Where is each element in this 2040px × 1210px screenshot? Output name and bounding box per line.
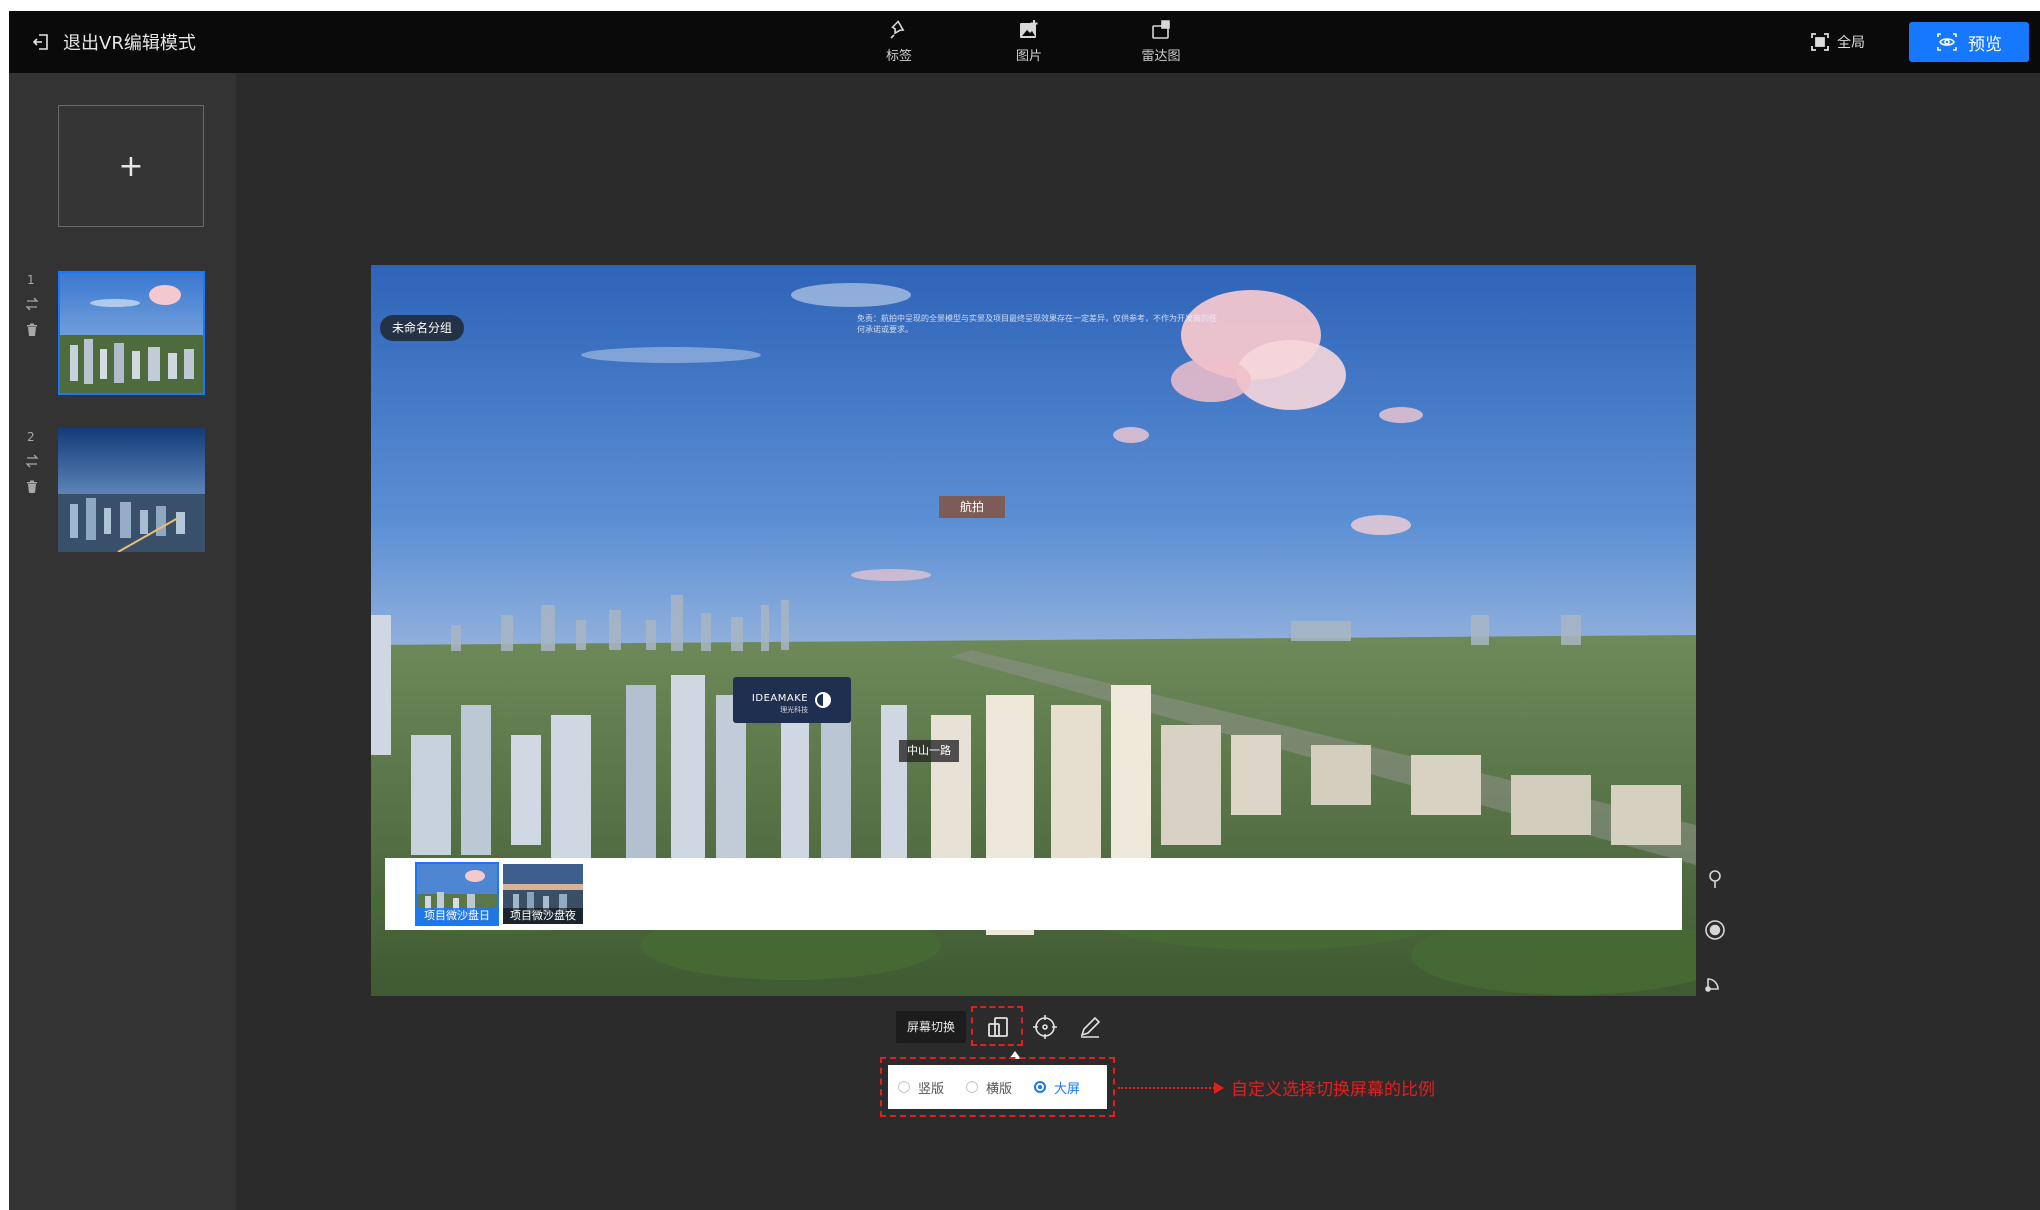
delete-icon[interactable]	[25, 480, 39, 494]
logo-card: IDEAMAKE 理光科技	[733, 677, 851, 723]
exit-label: 退出VR编辑模式	[63, 33, 196, 54]
scene-strip: 项目微沙盘日 项目微沙盘夜	[385, 858, 1682, 930]
preview-button[interactable]: 预览	[1909, 22, 2029, 62]
target-dot-icon[interactable]	[1703, 918, 1727, 942]
scene-sidebar: + 1 2	[9, 73, 236, 1210]
reorder-icon[interactable]	[25, 454, 39, 468]
plus-icon: +	[118, 148, 144, 184]
disclaimer-text: 免责：航拍中呈现的全景模型与实景及项目最终呈现效果存在一定差异，仅供参考，不作为…	[857, 314, 1217, 334]
delete-icon[interactable]	[25, 323, 39, 337]
preview-label: 预览	[1968, 34, 2002, 55]
tool-image[interactable]: 图片	[989, 19, 1069, 64]
radar-map-icon	[1152, 20, 1170, 39]
logo-mark-icon	[815, 692, 832, 708]
preview-eye-icon	[1937, 33, 1957, 51]
radio-portrait[interactable]	[898, 1081, 910, 1093]
exit-vr-edit-button[interactable]: 退出VR编辑模式	[31, 29, 196, 55]
logo-subtext: 理光科技	[780, 705, 809, 714]
exit-icon	[32, 34, 48, 50]
image-add-icon	[1020, 20, 1038, 38]
tool-tag[interactable]: 标签	[859, 19, 939, 64]
ratio-options-panel: 竖版 横版 大屏	[880, 1057, 1115, 1117]
screen-ratio-icon[interactable]	[985, 1014, 1011, 1040]
tool-tag-label: 标签	[885, 49, 912, 64]
scene-number: 1	[27, 273, 35, 287]
hotspot-road[interactable]: 中山一路	[899, 740, 959, 762]
scene-number: 2	[27, 430, 35, 444]
radio-landscape[interactable]	[966, 1081, 979, 1093]
annotation-line	[1118, 1087, 1218, 1089]
top-bar: 退出VR编辑模式 标签 图片 雷达图 全局 预览	[9, 11, 2040, 73]
pin-icon	[890, 20, 905, 39]
group-tag[interactable]: 未命名分组	[380, 315, 465, 341]
vr-editor-app: 退出VR编辑模式 标签 图片 雷达图 全局 预览 + 1 2 未命名分组 免责：…	[9, 11, 2040, 1210]
option-portrait-label[interactable]: 竖版	[918, 1078, 944, 1097]
add-scene-button[interactable]: +	[58, 105, 204, 227]
tool-radar-label: 雷达图	[1141, 49, 1181, 64]
tool-image-label: 图片	[1015, 49, 1042, 64]
fullscreen-toggle[interactable]: 全局	[1809, 31, 1865, 53]
ratio-options: 竖版 横版 大屏	[888, 1065, 1107, 1109]
scene-thumbnail-dusk[interactable]	[58, 428, 205, 552]
fullscreen-icon	[1811, 33, 1829, 51]
logo-text: IDEAMAKE	[751, 692, 809, 704]
reorder-icon[interactable]	[25, 297, 39, 311]
annotation-arrow	[1214, 1082, 1224, 1094]
scene-item-1: 1	[9, 271, 236, 397]
scene-day-image	[60, 273, 203, 393]
edit-pencil-icon[interactable]	[1077, 1014, 1103, 1040]
hotspot-aerial[interactable]: 航拍	[939, 496, 1005, 518]
radio-big-screen[interactable]	[1034, 1081, 1047, 1093]
crosshair-icon[interactable]	[1032, 1014, 1058, 1040]
tool-radar[interactable]: 雷达图	[1121, 19, 1201, 64]
strip-caption: 项目微沙盘夜	[503, 908, 583, 924]
strip-thumb-day[interactable]: 项目微沙盘日	[415, 862, 499, 926]
panorama-viewer[interactable]: 未命名分组 免责：航拍中呈现的全景模型与实景及项目最终呈现效果存在一定差异，仅供…	[371, 265, 1696, 996]
option-big-screen-label[interactable]: 大屏	[1054, 1078, 1080, 1097]
option-landscape-label[interactable]: 横版	[986, 1078, 1012, 1097]
scene-dusk-image	[58, 428, 205, 552]
annotation-text: 自定义选择切换屏幕的比例	[1231, 1080, 1435, 1100]
radar-sector-icon[interactable]	[1703, 969, 1727, 993]
location-pin-icon[interactable]	[1703, 867, 1727, 891]
strip-caption: 项目微沙盘日	[417, 908, 497, 924]
strip-thumb-night[interactable]: 项目微沙盘夜	[503, 864, 583, 924]
fullscreen-label: 全局	[1837, 35, 1865, 51]
scene-item-2: 2	[9, 428, 236, 554]
screen-switch-label: 屏幕切换	[896, 1011, 966, 1043]
scene-thumbnail-day[interactable]	[58, 271, 205, 395]
